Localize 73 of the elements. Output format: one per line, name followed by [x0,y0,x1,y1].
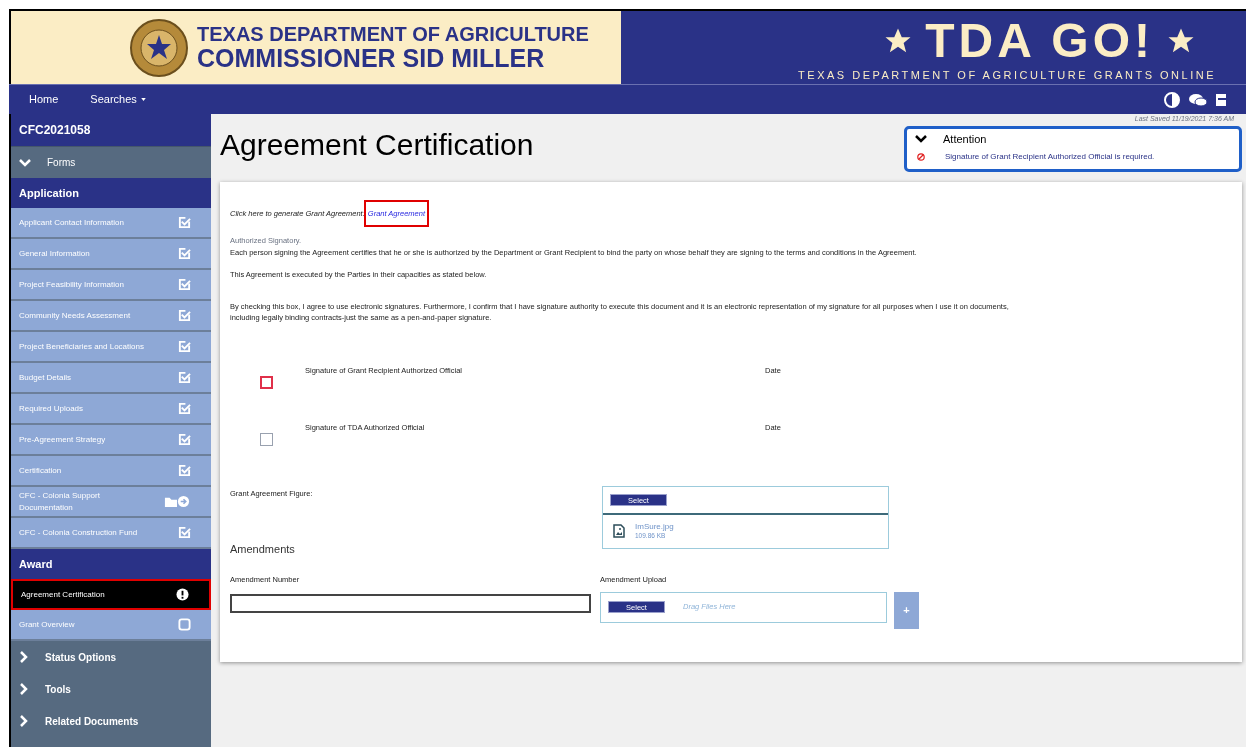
section-heading: Award [11,549,211,579]
caret-icon [140,98,146,101]
sidebar-menu-label: Tools [45,682,71,697]
sidebar-menu-label: Related Documents [45,714,139,729]
sidebar-item-label: CFC - Colonia Construction Fund [19,526,138,539]
sidebar-menu-item[interactable]: Tools [11,673,211,705]
attention-title: Attention [943,131,987,147]
sidebar-item[interactable]: Budget Details [11,363,211,394]
sidebar-item-label: Pre-Agreement Strategy [19,433,106,446]
sidebar-item-label: General Information [19,247,90,260]
amendments-heading: Amendments [230,541,296,557]
check-square-icon [178,309,191,322]
sidebar-item[interactable]: Required Uploads [11,394,211,425]
brand-subtitle: TEXAS DEPARTMENT OF AGRICULTURE GRANTS ONLINE [798,68,1216,83]
folder-arrow-icon [163,495,191,508]
check-square-icon [178,247,191,260]
check-square-icon [178,433,191,446]
section-heading: Application [11,178,211,208]
sidebar-menu-item[interactable]: Related Documents [11,705,211,737]
sidebar-item-label: Required Uploads [19,402,84,415]
nav-link[interactable]: Searches [90,91,146,108]
sidebar-item-label: Certification [19,464,62,477]
chevron-right-icon [19,715,29,727]
check-square-icon [178,371,191,384]
image-file-icon [613,524,625,539]
commissioner-name: COMMISSIONER SID MILLER [197,46,546,71]
sidebar-item-label: Community Needs Assessment [19,309,131,322]
check-square-icon [178,340,191,353]
sidebar-item[interactable]: Project Beneficiaries and Locations [11,332,211,363]
sidebar-item-label: CFC - Colonia Support Documentation [19,489,101,514]
forms-label: Forms [47,156,76,170]
sidebar-item[interactable]: Project Feasibility Information [11,270,211,301]
sidebar-item-label: Grant Overview [19,618,75,631]
exclamation-icon [176,588,189,601]
check-square-icon [178,402,191,415]
sidebar-item[interactable]: Applicant Contact Information [11,208,211,239]
sidebar-item[interactable]: Pre-Agreement Strategy [11,425,211,456]
sidebar-item-label: Applicant Contact Information [19,216,124,229]
seal-icon [129,17,189,78]
sidebar-item-label: Agreement Certification [21,588,105,601]
empty-square-icon [178,618,191,631]
check-square-icon [178,216,191,229]
attention-message: Signature of Grant Recipient Authorized Official is required. [945,151,1155,163]
contrast-icon [1164,91,1180,108]
sidebar-item[interactable]: Certification [11,456,211,487]
sidebar-item[interactable]: Community Needs Assessment [11,301,211,332]
check-square-icon [178,526,191,539]
brand-logo: TDA GO! [925,17,1154,65]
signature-checkbox[interactable] [260,375,273,389]
check-square-icon [178,278,191,291]
page-title: Agreement Certification [220,127,534,163]
chevron-right-icon [19,683,29,695]
sidebar-item[interactable]: Agreement Certification [11,579,211,610]
chevron-right-icon [19,651,29,663]
amendment-number-field[interactable] [230,593,591,613]
agency-name: TEXAS DEPARTMENT OF AGRICULTURE [197,24,589,44]
chat-icon [1188,91,1208,108]
sidebar-item-label: Project Feasibility Information [19,278,124,291]
sidebar-menu-item[interactable]: Status Options [11,641,211,673]
signature-checkbox[interactable] [260,432,273,446]
file-name-link[interactable]: ImSure.jpg [635,522,674,532]
sidebar-item[interactable]: General Information [11,239,211,270]
sidebar-menu-label: Status Options [45,650,117,665]
sidebar-item-label: Budget Details [19,371,72,384]
sidebar-item[interactable]: Grant Overview [11,610,211,641]
sidebar-item-label: Project Beneficiaries and Locations [19,340,144,353]
blocked-icon [917,153,925,161]
add-button[interactable]: + [894,591,919,629]
sidebar-item[interactable]: CFC - Colonia Construction Fund [11,518,211,549]
record-id: CFC2021058 [11,114,211,146]
nav-link[interactable]: Home [29,91,59,108]
check-square-icon [178,464,191,477]
sidebar-item[interactable]: CFC - Colonia Support Documentation [11,487,211,518]
